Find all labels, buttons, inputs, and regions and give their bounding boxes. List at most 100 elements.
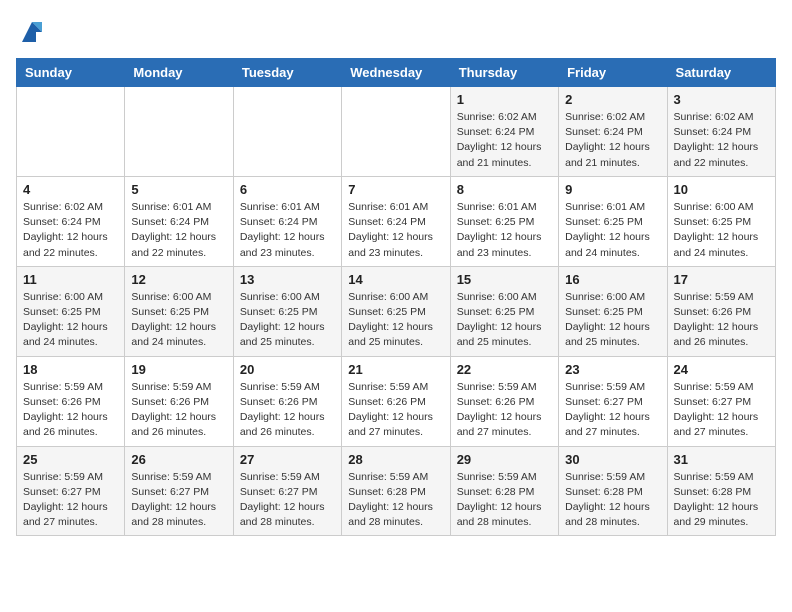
calendar-cell: 27Sunrise: 5:59 AM Sunset: 6:27 PM Dayli… (233, 446, 341, 536)
day-info: Sunrise: 6:02 AM Sunset: 6:24 PM Dayligh… (565, 110, 660, 171)
calendar-cell: 14Sunrise: 6:00 AM Sunset: 6:25 PM Dayli… (342, 266, 450, 356)
day-number: 3 (674, 92, 769, 107)
day-number: 9 (565, 182, 660, 197)
calendar-table: SundayMondayTuesdayWednesdayThursdayFrid… (16, 58, 776, 536)
day-info: Sunrise: 6:00 AM Sunset: 6:25 PM Dayligh… (348, 290, 443, 351)
day-info: Sunrise: 5:59 AM Sunset: 6:28 PM Dayligh… (348, 470, 443, 531)
day-info: Sunrise: 6:00 AM Sunset: 6:25 PM Dayligh… (457, 290, 552, 351)
calendar-cell: 8 Sunrise: 6:01 AM Sunset: 6:25 PM Daylig… (450, 176, 558, 266)
day-info: Sunrise: 5:59 AM Sunset: 6:28 PM Dayligh… (457, 470, 552, 531)
calendar-week-row: 1 Sunrise: 6:02 AM Sunset: 6:24 PM Daylig… (17, 87, 776, 177)
day-number: 30 (565, 452, 660, 467)
calendar-cell: 15 Sunrise: 6:00 AM Sunset: 6:25 PM Dayli… (450, 266, 558, 356)
day-number: 25 (23, 452, 118, 467)
calendar-cell: 1Sunrise: 6:02 AM Sunset: 6:24 PM Daylig… (450, 87, 558, 177)
day-header-wednesday: Wednesday (342, 59, 450, 87)
day-number: 18 (23, 362, 118, 377)
calendar-cell: 2 Sunrise: 6:02 AM Sunset: 6:24 PM Daylig… (559, 87, 667, 177)
logo-icon (18, 18, 46, 46)
calendar-cell: 31Sunrise: 5:59 AM Sunset: 6:28 PM Dayli… (667, 446, 775, 536)
day-header-thursday: Thursday (450, 59, 558, 87)
calendar-week-row: 25 Sunrise: 5:59 AM Sunset: 6:27 PM Dayli… (17, 446, 776, 536)
day-info: Sunrise: 5:59 AM Sunset: 6:26 PM Dayligh… (457, 380, 552, 441)
calendar-cell: 4 Sunrise: 6:02 AM Sunset: 6:24 PM Daylig… (17, 176, 125, 266)
day-number: 13 (240, 272, 335, 287)
calendar-cell: 7 Sunrise: 6:01 AM Sunset: 6:24 PM Daylig… (342, 176, 450, 266)
day-number: 10 (674, 182, 769, 197)
calendar-week-row: 18 Sunrise: 5:59 AM Sunset: 6:26 PM Dayli… (17, 356, 776, 446)
day-number: 24 (674, 362, 769, 377)
calendar-cell: 16 Sunrise: 6:00 AM Sunset: 6:25 PM Dayli… (559, 266, 667, 356)
day-info: Sunrise: 6:01 AM Sunset: 6:24 PM Dayligh… (348, 200, 443, 261)
calendar-cell: 9 Sunrise: 6:01 AM Sunset: 6:25 PM Daylig… (559, 176, 667, 266)
day-info: Sunrise: 6:01 AM Sunset: 6:24 PM Dayligh… (240, 200, 335, 261)
day-number: 7 (348, 182, 443, 197)
day-info: Sunrise: 5:59 AM Sunset: 6:26 PM Dayligh… (131, 380, 226, 441)
calendar-cell: 28Sunrise: 5:59 AM Sunset: 6:28 PM Dayli… (342, 446, 450, 536)
day-header-tuesday: Tuesday (233, 59, 341, 87)
day-number: 15 (457, 272, 552, 287)
day-info: Sunrise: 6:02 AM Sunset: 6:24 PM Dayligh… (23, 200, 118, 261)
day-info: Sunrise: 5:59 AM Sunset: 6:27 PM Dayligh… (240, 470, 335, 531)
calendar-cell: 13 Sunrise: 6:00 AM Sunset: 6:25 PM Dayli… (233, 266, 341, 356)
day-info: Sunrise: 6:01 AM Sunset: 6:25 PM Dayligh… (565, 200, 660, 261)
day-info: Sunrise: 6:00 AM Sunset: 6:25 PM Dayligh… (131, 290, 226, 351)
day-info: Sunrise: 5:59 AM Sunset: 6:27 PM Dayligh… (131, 470, 226, 531)
day-info: Sunrise: 6:00 AM Sunset: 6:25 PM Dayligh… (674, 200, 769, 261)
day-info: Sunrise: 6:01 AM Sunset: 6:24 PM Dayligh… (131, 200, 226, 261)
calendar-week-row: 4 Sunrise: 6:02 AM Sunset: 6:24 PM Daylig… (17, 176, 776, 266)
day-info: Sunrise: 6:00 AM Sunset: 6:25 PM Dayligh… (240, 290, 335, 351)
calendar-cell (17, 87, 125, 177)
calendar-cell: 11 Sunrise: 6:00 AM Sunset: 6:25 PM Dayli… (17, 266, 125, 356)
calendar-cell: 30 Sunrise: 5:59 AM Sunset: 6:28 PM Dayli… (559, 446, 667, 536)
page-header (16, 16, 776, 46)
day-info: Sunrise: 5:59 AM Sunset: 6:26 PM Dayligh… (348, 380, 443, 441)
day-number: 31 (674, 452, 769, 467)
day-number: 26 (131, 452, 226, 467)
calendar-cell: 18 Sunrise: 5:59 AM Sunset: 6:26 PM Dayli… (17, 356, 125, 446)
day-number: 2 (565, 92, 660, 107)
calendar-week-row: 11 Sunrise: 6:00 AM Sunset: 6:25 PM Dayli… (17, 266, 776, 356)
calendar-cell: 6 Sunrise: 6:01 AM Sunset: 6:24 PM Daylig… (233, 176, 341, 266)
day-info: Sunrise: 6:01 AM Sunset: 6:25 PM Dayligh… (457, 200, 552, 261)
day-info: Sunrise: 6:00 AM Sunset: 6:25 PM Dayligh… (565, 290, 660, 351)
calendar-cell: 10 Sunrise: 6:00 AM Sunset: 6:25 PM Dayli… (667, 176, 775, 266)
calendar-cell (125, 87, 233, 177)
day-header-friday: Friday (559, 59, 667, 87)
calendar-cell: 19Sunrise: 5:59 AM Sunset: 6:26 PM Dayli… (125, 356, 233, 446)
day-number: 11 (23, 272, 118, 287)
calendar-cell (233, 87, 341, 177)
calendar-cell: 22 Sunrise: 5:59 AM Sunset: 6:26 PM Dayli… (450, 356, 558, 446)
day-number: 6 (240, 182, 335, 197)
day-info: Sunrise: 5:59 AM Sunset: 6:26 PM Dayligh… (240, 380, 335, 441)
day-header-sunday: Sunday (17, 59, 125, 87)
calendar-cell: 5 Sunrise: 6:01 AM Sunset: 6:24 PM Daylig… (125, 176, 233, 266)
calendar-cell: 29Sunrise: 5:59 AM Sunset: 6:28 PM Dayli… (450, 446, 558, 536)
day-number: 4 (23, 182, 118, 197)
day-info: Sunrise: 5:59 AM Sunset: 6:26 PM Dayligh… (23, 380, 118, 441)
day-info: Sunrise: 5:59 AM Sunset: 6:26 PM Dayligh… (674, 290, 769, 351)
calendar-cell: 23 Sunrise: 5:59 AM Sunset: 6:27 PM Dayli… (559, 356, 667, 446)
logo (16, 16, 46, 46)
calendar-cell: 12Sunrise: 6:00 AM Sunset: 6:25 PM Dayli… (125, 266, 233, 356)
day-info: Sunrise: 5:59 AM Sunset: 6:28 PM Dayligh… (565, 470, 660, 531)
day-number: 8 (457, 182, 552, 197)
day-number: 5 (131, 182, 226, 197)
calendar-cell: 17 Sunrise: 5:59 AM Sunset: 6:26 PM Dayli… (667, 266, 775, 356)
day-header-monday: Monday (125, 59, 233, 87)
day-number: 22 (457, 362, 552, 377)
day-number: 1 (457, 92, 552, 107)
day-number: 21 (348, 362, 443, 377)
day-number: 23 (565, 362, 660, 377)
day-number: 20 (240, 362, 335, 377)
day-info: Sunrise: 6:00 AM Sunset: 6:25 PM Dayligh… (23, 290, 118, 351)
day-info: Sunrise: 5:59 AM Sunset: 6:27 PM Dayligh… (23, 470, 118, 531)
day-number: 17 (674, 272, 769, 287)
day-info: Sunrise: 6:02 AM Sunset: 6:24 PM Dayligh… (674, 110, 769, 171)
day-info: Sunrise: 5:59 AM Sunset: 6:27 PM Dayligh… (565, 380, 660, 441)
calendar-header-row: SundayMondayTuesdayWednesdayThursdayFrid… (17, 59, 776, 87)
calendar-cell: 25 Sunrise: 5:59 AM Sunset: 6:27 PM Dayli… (17, 446, 125, 536)
calendar-cell: 24Sunrise: 5:59 AM Sunset: 6:27 PM Dayli… (667, 356, 775, 446)
day-number: 16 (565, 272, 660, 287)
calendar-cell: 20 Sunrise: 5:59 AM Sunset: 6:26 PM Dayli… (233, 356, 341, 446)
